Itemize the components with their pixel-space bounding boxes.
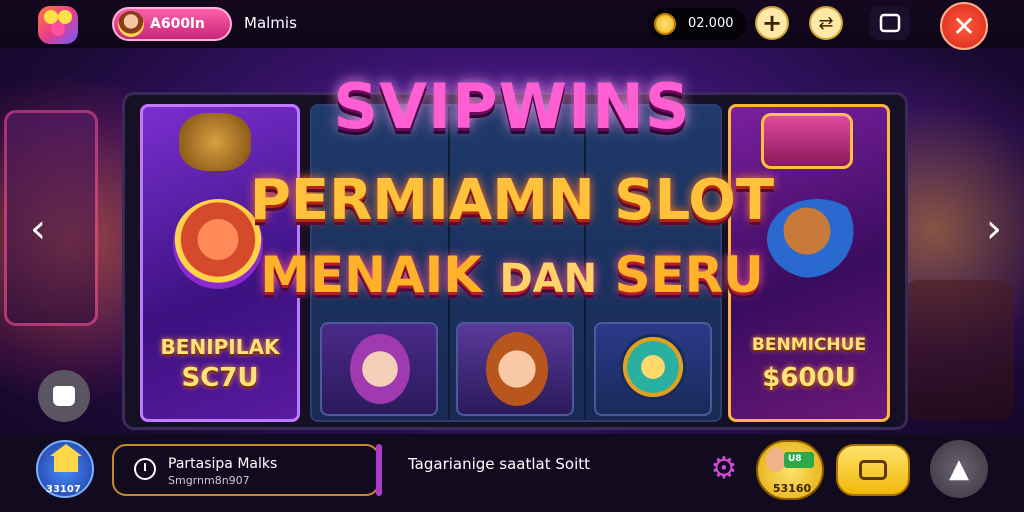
headline-line-1: PERMIAMN SLOT bbox=[249, 168, 775, 233]
add-coins-button[interactable]: + bbox=[755, 6, 789, 40]
slot-symbol bbox=[456, 322, 574, 416]
prev-arrow-icon[interactable]: ‹ bbox=[30, 206, 46, 252]
next-arrow-icon[interactable]: › bbox=[986, 206, 1002, 252]
arrow-up-icon: ▲ bbox=[949, 454, 969, 484]
mission-card[interactable]: Partasipa Malks Smgrnm8n907 bbox=[112, 444, 382, 496]
mission-subtitle: Smgrnm8n907 bbox=[168, 474, 250, 487]
ticket-icon bbox=[859, 460, 887, 480]
bonus-amount: SC7U bbox=[181, 363, 259, 393]
gear-icon: ⚙ bbox=[710, 450, 738, 486]
coin-value: 02.000 bbox=[688, 16, 734, 31]
upload-button[interactable]: ▲ bbox=[930, 440, 988, 498]
mission-title: Partasipa Malks bbox=[168, 456, 278, 472]
headline-word: DAN bbox=[499, 256, 598, 302]
profile-badge[interactable]: A600ln bbox=[112, 7, 232, 41]
profile-name: A600ln bbox=[150, 16, 205, 32]
headline-line-2: MENAIK DAN SERU bbox=[0, 246, 1024, 304]
cash-reward-button[interactable]: U8 53160 bbox=[756, 440, 824, 500]
bonus-amount: $600U bbox=[762, 363, 856, 393]
mission-progress-edge bbox=[376, 444, 382, 496]
slot-symbol bbox=[320, 322, 438, 416]
fullscreen-button[interactable] bbox=[870, 6, 910, 40]
side-menu-button[interactable] bbox=[38, 370, 90, 422]
avatar bbox=[766, 448, 786, 472]
announcement-ticker: Tagarianige saatlat Soitt bbox=[408, 455, 591, 473]
home-icon-body bbox=[54, 454, 78, 472]
logo-petal bbox=[51, 22, 65, 36]
ticket-button[interactable] bbox=[836, 444, 910, 496]
cash-badge: U8 bbox=[788, 454, 802, 464]
game-lobby-screen: A600ln Malmis 02.000 + ⇄ ✕ BENIPILAK SC7… bbox=[0, 0, 1024, 512]
fullscreen-icon bbox=[879, 13, 901, 33]
slot-symbol bbox=[594, 322, 712, 416]
app-logo-icon[interactable] bbox=[38, 6, 78, 44]
cash-bill-icon: U8 bbox=[784, 452, 814, 468]
home-count: 33107 bbox=[46, 484, 81, 495]
clock-icon bbox=[134, 458, 156, 480]
page-title: Malmis bbox=[244, 14, 297, 32]
game-brand-logo: SVIPWINS bbox=[333, 70, 691, 143]
exchange-button[interactable]: ⇄ bbox=[809, 6, 843, 40]
girl-avatar-icon bbox=[486, 332, 548, 406]
avatar bbox=[118, 11, 144, 37]
headline-word: MENAIK bbox=[260, 246, 483, 304]
pouch-icon bbox=[53, 386, 75, 406]
cat-girl-icon bbox=[350, 334, 410, 404]
bonus-label: BENIPILAK bbox=[160, 335, 280, 359]
coin-balance[interactable]: 02.000 bbox=[648, 8, 746, 40]
close-button[interactable]: ✕ bbox=[940, 2, 988, 50]
headline-word: SERU bbox=[614, 246, 764, 304]
cash-amount: 53160 bbox=[772, 482, 812, 495]
bonus-wheel-icon bbox=[620, 334, 686, 400]
coin-icon bbox=[654, 13, 676, 35]
settings-button[interactable]: ⚙ bbox=[706, 450, 742, 486]
bonus-label: BENMICHUE bbox=[751, 335, 867, 355]
